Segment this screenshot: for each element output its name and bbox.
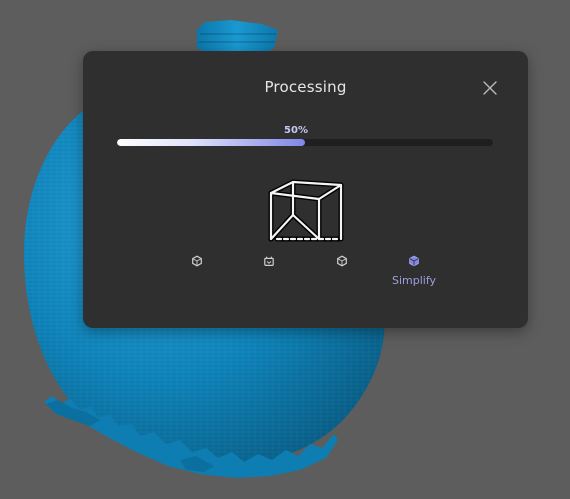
progress-fill <box>117 139 305 146</box>
scan-model-neck <box>197 20 278 55</box>
progress-percent: 50% <box>284 125 308 136</box>
step-label-simplify: Simplify <box>391 274 437 287</box>
close-button[interactable] <box>480 78 500 98</box>
step-icon-1 <box>192 255 202 267</box>
close-icon <box>483 81 497 95</box>
step-icon-3 <box>337 255 347 267</box>
step-icon-4 <box>409 255 419 267</box>
dialog-title: Processing <box>264 78 347 96</box>
progress-bar <box>117 139 493 146</box>
step-icon-2 <box>264 256 274 267</box>
processing-dialog: Processing 50% Simplify <box>83 51 528 328</box>
cube-wireframe-icon <box>268 179 344 242</box>
